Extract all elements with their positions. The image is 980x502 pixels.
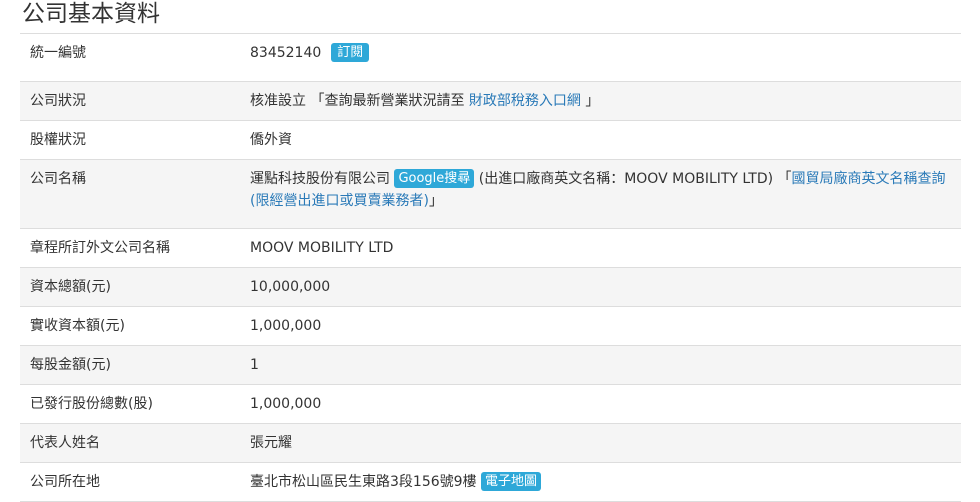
english-name-note: (出進口廠商英文名稱：MOOV MOBILITY LTD) 「 [478,171,792,187]
row-label: 公司所在地 [30,474,100,490]
row-label: 實收資本額(元) [30,318,125,334]
row-label: 每股金額(元) [30,357,111,373]
map-button[interactable]: 電子地圖 [481,472,542,491]
table-row: 已發行股份總數(股) 1,000,000 [20,384,961,424]
tax-id-value: 83452140 [250,45,322,61]
company-name-value: 運點科技股份有限公司 [250,171,390,187]
paid-capital-value: 1,000,000 [250,318,322,334]
equity-value: 僑外資 [250,132,292,148]
shares-value: 1,000,000 [250,396,322,412]
row-label: 代表人姓名 [30,435,100,451]
row-label: 資本總額(元) [30,279,111,295]
google-search-button[interactable]: Google搜尋 [394,169,475,188]
par-value-value: 1 [250,357,259,373]
table-row: 公司名稱 運點科技股份有限公司 Google搜尋 (出進口廠商英文名稱：MOOV… [20,159,961,229]
table-row: 公司所在地 臺北市松山區民生東路3段156號9樓 電子地圖 [20,462,961,502]
row-label: 公司狀況 [30,93,86,109]
status-close-quote: 」 [585,93,600,109]
row-label: 章程所訂外文公司名稱 [30,240,170,256]
row-label: 公司名稱 [30,171,86,187]
table-row: 每股金額(元) 1 [20,345,961,385]
representative-value: 張元耀 [250,435,292,451]
subscribe-button[interactable]: 訂閱 [331,43,370,62]
company-info-table: 統一編號 83452140 訂閱 公司狀況 核准設立 「查詢最新營業狀況請至 財政… [20,33,961,502]
table-row: 實收資本額(元) 1,000,000 [20,306,961,346]
table-row: 章程所訂外文公司名稱 MOOV MOBILITY LTD [20,228,961,268]
table-row: 公司狀況 核准設立 「查詢最新營業狀況請至 財政部稅務入口網 」 [20,81,961,121]
status-note: 「查詢最新營業狀況請至 [310,93,465,109]
row-label: 統一編號 [30,45,86,61]
name-close-quote: 」 [428,193,443,209]
tax-portal-link[interactable]: 財政部稅務入口網 [469,93,581,109]
status-value: 核准設立 [250,93,306,109]
table-row: 資本總額(元) 10,000,000 [20,267,961,307]
page-title: 公司基本資料 [22,1,160,27]
row-label: 已發行股份總數(股) [30,396,153,412]
address-value: 臺北市松山區民生東路3段156號9樓 [250,474,477,490]
capital-value: 10,000,000 [250,279,331,295]
table-row: 代表人姓名 張元耀 [20,423,961,463]
foreign-name-value: MOOV MOBILITY LTD [250,240,394,256]
table-row: 統一編號 83452140 訂閱 [20,33,961,82]
row-label: 股權狀況 [30,132,86,148]
table-row: 股權狀況 僑外資 [20,120,961,160]
